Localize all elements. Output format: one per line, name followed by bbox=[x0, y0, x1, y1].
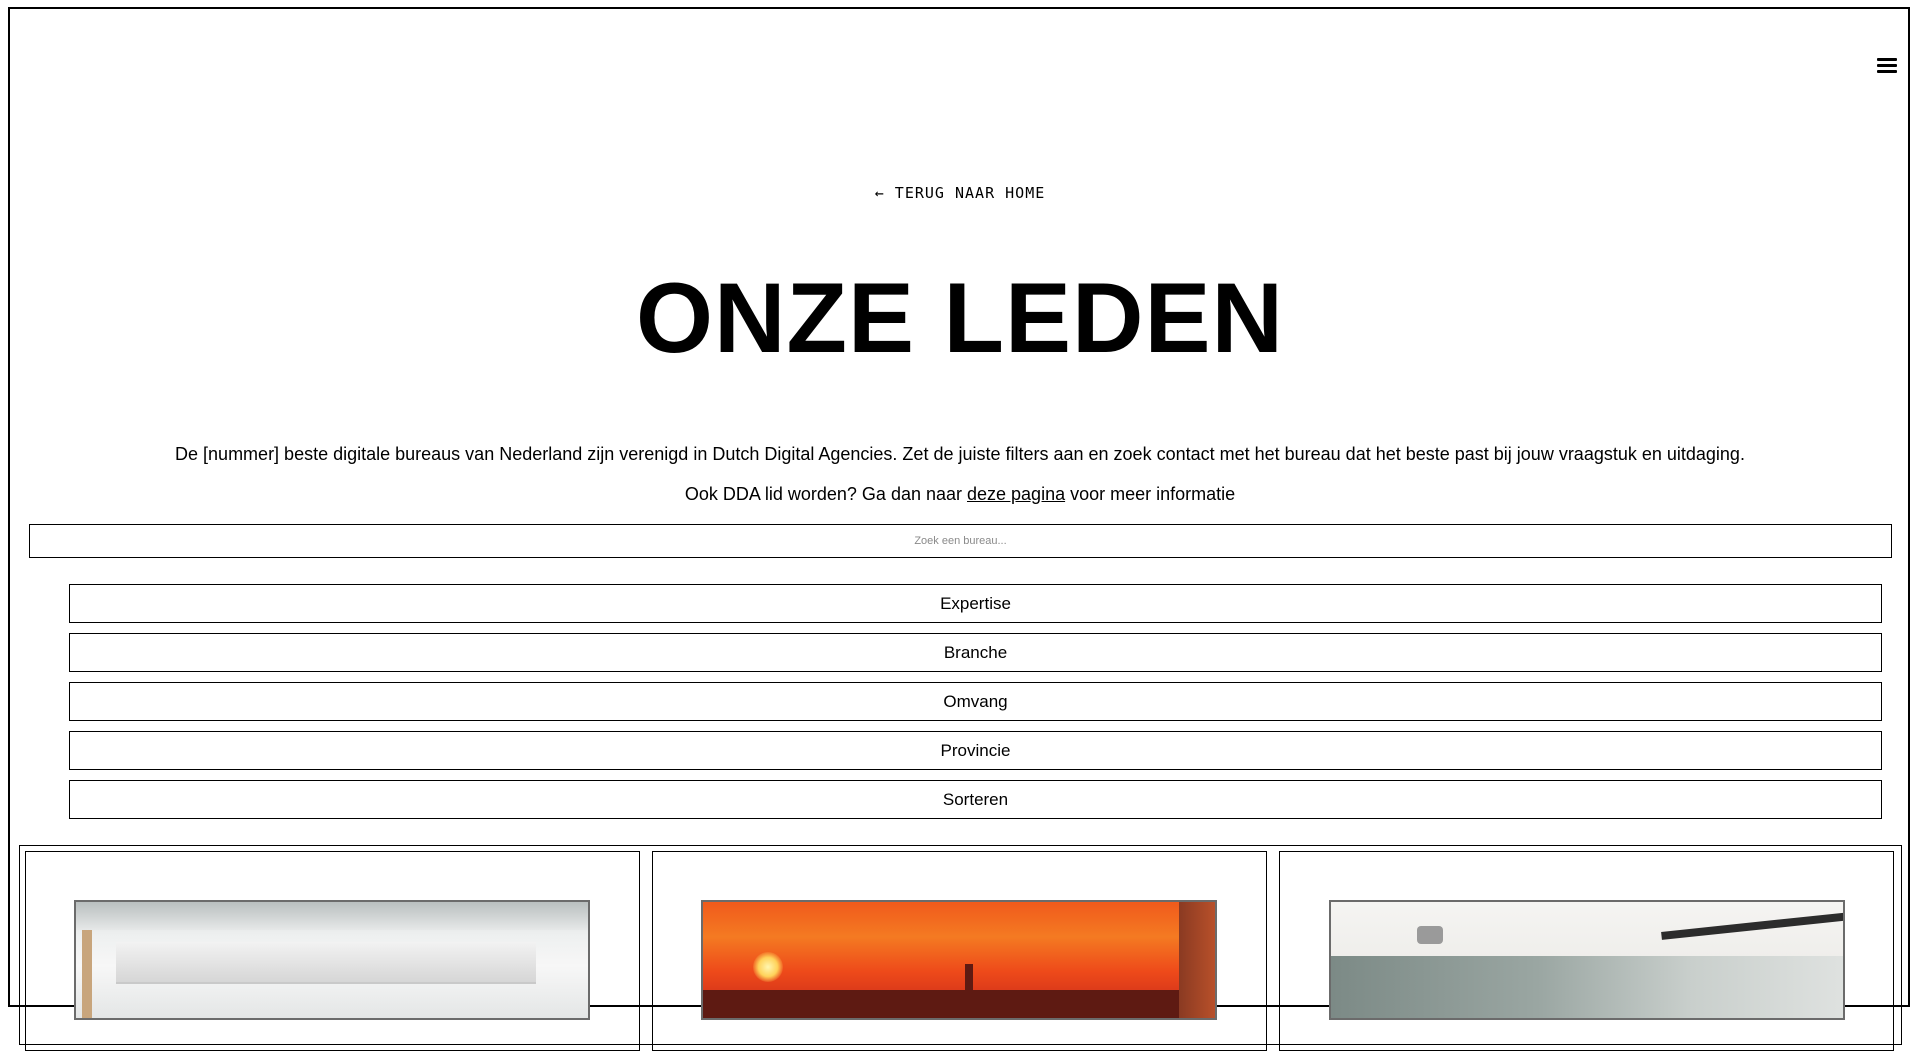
filter-branche[interactable]: Branche bbox=[69, 633, 1882, 672]
join-prefix: Ook DDA lid worden? Ga dan naar bbox=[684, 484, 967, 504]
member-card-image bbox=[1329, 900, 1845, 1020]
filter-expertise[interactable]: Expertise bbox=[69, 584, 1882, 623]
filter-provincie[interactable]: Provincie bbox=[69, 731, 1882, 770]
filter-omvang[interactable]: Omvang bbox=[69, 682, 1882, 721]
hamburger-menu-icon[interactable] bbox=[1877, 57, 1897, 73]
search-input[interactable] bbox=[29, 524, 1892, 558]
join-text: Ook DDA lid worden? Ga dan naar deze pag… bbox=[0, 483, 1920, 505]
member-card-image bbox=[74, 900, 590, 1020]
page-title: ONZE LEDEN bbox=[635, 262, 1285, 373]
filter-sorteren[interactable]: Sorteren bbox=[69, 780, 1882, 819]
member-card-image bbox=[701, 900, 1217, 1020]
join-page-link[interactable]: deze pagina bbox=[967, 484, 1065, 504]
intro-text: De [nummer] beste digitale bureaus van N… bbox=[175, 444, 1745, 464]
join-suffix: voor meer informatie bbox=[1065, 484, 1236, 504]
filter-list: Expertise Branche Omvang Provincie Sorte… bbox=[69, 584, 1882, 829]
back-to-home-link[interactable]: ← TERUG NAAR HOME bbox=[0, 184, 1920, 202]
